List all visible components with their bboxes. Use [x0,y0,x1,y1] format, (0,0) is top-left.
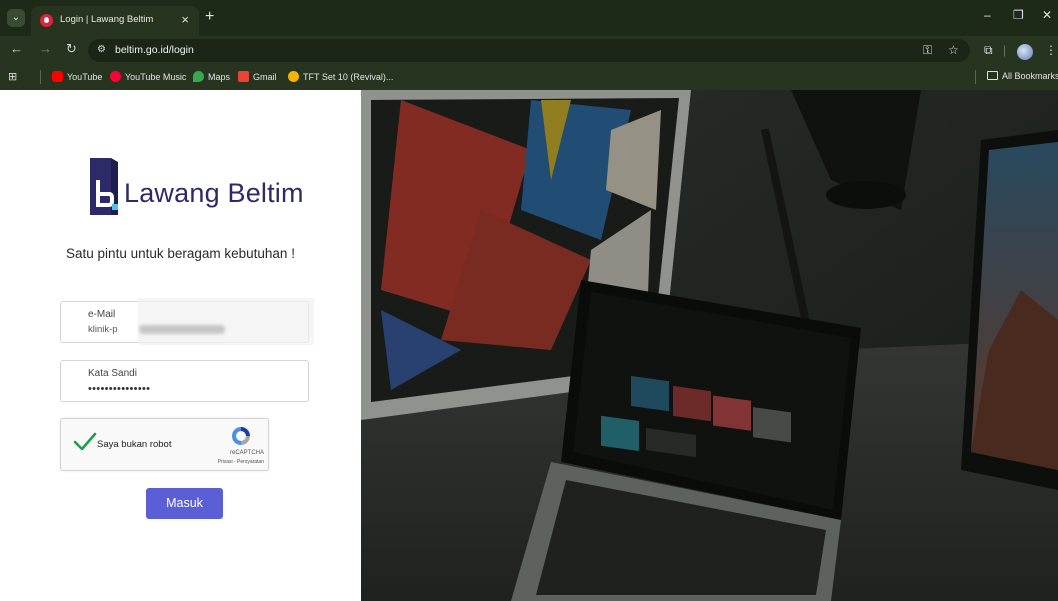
gmail-icon [238,71,249,82]
recaptcha-label: Saya bukan robot [97,439,172,450]
email-field[interactable]: e-Mail klinik-p [60,298,314,345]
brand-name: Lawang Beltim [124,178,304,208]
bookmark-maps[interactable]: Maps [193,71,230,82]
bookmark-star-icon[interactable]: ☆ [948,43,959,57]
extensions-icon[interactable]: ⧉ [984,43,993,58]
site-favicon-icon [40,14,53,27]
tab-close-icon[interactable]: × [181,12,189,27]
tab-title: Login | Lawang Beltim [60,14,154,25]
tab-bar: ⌄ Login | Lawang Beltim × + – ❐ ✕ [0,0,1058,36]
restore-icon[interactable]: ❐ [1013,8,1024,22]
bookmarks-bar: YouTube YouTube Music Maps Gmail TFT Set… [0,64,1058,90]
password-label: Kata Sandi [88,368,137,379]
password-key-icon[interactable]: ⚿ [923,43,932,58]
recaptcha-privacy-terms-links[interactable]: Privasi - Persyaratan [193,459,264,465]
tab-search-chevron-icon[interactable]: ⌄ [7,9,25,27]
menu-kebab-icon[interactable]: ⋮ [1045,43,1057,57]
bookmark-separator [40,70,41,84]
redacted-email-text [139,325,225,334]
back-icon[interactable]: ← [10,42,23,56]
recaptcha-logo-icon [232,427,250,445]
recaptcha-brand: reCAPTCHA [229,450,264,456]
bookmark-separator [975,70,976,84]
bookmark-youtube-music[interactable]: YouTube Music [110,71,186,82]
email-label: e-Mail [88,309,116,320]
password-field[interactable]: Kata Sandi ••••••••••••••• [60,360,309,402]
bookmark-tft[interactable]: TFT Set 10 (Revival)... [288,71,393,82]
lawang-beltim-logo-icon [90,158,118,215]
tft-icon [288,71,299,82]
tagline: Satu pintu untuk beragam kebutuhan ! [66,246,295,261]
address-bar[interactable]: ⚙ beltim.go.id/login ⚿ ☆ [88,39,970,62]
youtube-icon [52,71,63,82]
login-panel: Lawang Beltim Satu pintu untuk beragam k… [0,90,361,601]
desk-photo-illustration [361,90,1058,601]
url-text[interactable]: beltim.go.id/login [115,44,194,56]
redaction-blur [138,298,314,345]
folder-icon [987,71,998,80]
forward-icon[interactable]: → [39,42,52,56]
hero-background-image [361,90,1058,601]
maps-icon [193,71,204,82]
all-bookmarks[interactable]: All Bookmarks [987,71,1058,81]
login-submit-button[interactable]: Masuk [146,488,223,519]
profile-avatar[interactable] [1017,44,1033,60]
window-close-icon[interactable]: ✕ [1042,8,1052,22]
checkmark-icon[interactable] [73,429,97,453]
youtube-music-icon [110,71,121,82]
email-input[interactable]: klinik-p [88,324,118,335]
recaptcha-widget[interactable]: Saya bukan robot reCAPTCHA Privasi - Per… [60,418,269,471]
bookmark-youtube[interactable]: YouTube [52,71,102,82]
reload-icon[interactable]: ↻ [66,42,77,56]
minimize-icon[interactable]: – [984,8,991,22]
browser-tab[interactable]: Login | Lawang Beltim × [31,6,199,36]
bookmark-gmail[interactable]: Gmail [238,71,277,82]
toolbar-divider: | [1003,43,1007,57]
password-input[interactable]: ••••••••••••••• [88,383,150,395]
site-info-icon[interactable]: ⚙ [97,44,106,55]
new-tab-icon[interactable]: + [205,9,214,25]
apps-grid-icon[interactable]: ⊞ [8,70,17,83]
browser-toolbar: ← → ↻ ⚙ beltim.go.id/login ⚿ ☆ ⧉ | ⋮ [0,36,1058,64]
